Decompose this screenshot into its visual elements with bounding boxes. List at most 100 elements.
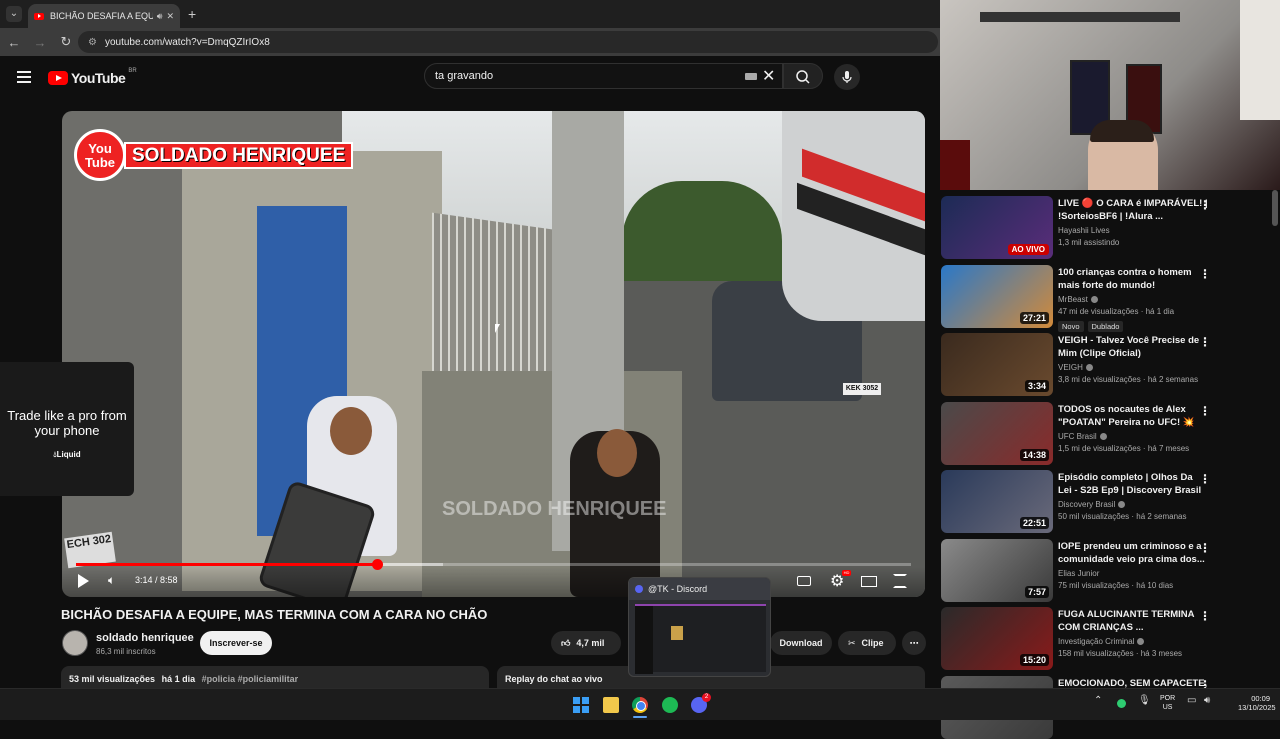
video-thumbnail[interactable]: 22:51 bbox=[941, 470, 1053, 533]
youtube-wordmark: YouTube bbox=[71, 70, 126, 86]
keyboard-icon[interactable] bbox=[745, 73, 757, 80]
system-clock[interactable]: 00:09 13/10/2025 bbox=[1238, 694, 1276, 712]
more-options-icon[interactable]: ⋮ bbox=[1199, 472, 1211, 486]
more-options-icon[interactable]: ⋮ bbox=[1199, 541, 1211, 555]
video-thumbnail[interactable]: 14:38 bbox=[941, 402, 1053, 465]
webcam-person-hair bbox=[1090, 120, 1154, 142]
recommendation-channel[interactable]: Hayashii Lives bbox=[1058, 226, 1208, 235]
recommendation-channel[interactable]: Elias Junior bbox=[1058, 569, 1208, 578]
hashtags[interactable]: #policia #policiamilitar bbox=[202, 674, 299, 684]
reload-icon[interactable]: ↻ bbox=[54, 34, 78, 50]
volume-icon[interactable]: 🔈︎ bbox=[108, 573, 115, 588]
recommendation-item[interactable]: 14:38 TODOS os nocautes de Alex "POATAN" … bbox=[941, 397, 1261, 465]
webcam-chair bbox=[940, 140, 970, 190]
more-options-icon[interactable]: ⋮ bbox=[1199, 404, 1211, 418]
more-options-icon[interactable]: ⋮ bbox=[1199, 198, 1211, 212]
more-options-icon[interactable]: ⋮ bbox=[1199, 609, 1211, 623]
tray-volume-icon[interactable]: 🔊︎ bbox=[1204, 695, 1210, 706]
recommendation-channel[interactable]: UFC Brasil bbox=[1058, 432, 1208, 441]
clear-search-icon[interactable]: ✕ bbox=[762, 66, 775, 86]
recommendation-meta: 1,3 mil assistindo bbox=[1058, 238, 1120, 247]
tray-display-icon[interactable]: ▭ bbox=[1187, 695, 1196, 706]
menu-icon[interactable] bbox=[17, 71, 31, 86]
recommendation-item[interactable]: AO VIVO LIVE 🔴 O CARA é IMPARÁVEL! | !Sor… bbox=[941, 191, 1261, 259]
like-button[interactable]: 👍︎ 4,7 mil bbox=[551, 631, 621, 655]
video-info: 100 crianças contra o homem mais forte d… bbox=[1058, 266, 1208, 334]
recommendation-channel[interactable]: MrBeast bbox=[1058, 295, 1208, 304]
video-thumbnail[interactable]: 7:57 bbox=[941, 539, 1053, 602]
progress-scrubber[interactable] bbox=[372, 559, 383, 570]
video-thumbnail[interactable]: 3:34 bbox=[941, 333, 1053, 396]
time-display: 3:14 / 8:58 bbox=[135, 575, 178, 585]
spotify-icon[interactable] bbox=[662, 697, 678, 713]
ad-text: Trade like a pro from your phone bbox=[7, 408, 127, 438]
video-watermark: SOLDADO HENRIQUEE bbox=[442, 498, 667, 520]
fullscreen-icon[interactable] bbox=[893, 574, 907, 588]
back-icon[interactable]: ← bbox=[2, 35, 26, 50]
clock-time: 00:09 bbox=[1251, 694, 1270, 703]
tray-status-icon[interactable] bbox=[1117, 699, 1126, 708]
file-explorer-icon[interactable] bbox=[603, 697, 619, 713]
address-bar[interactable]: ⚙︎ youtube.com/watch?v=DmqQZIrIOx8 bbox=[78, 31, 938, 53]
audio-icon[interactable]: 🔊︎ bbox=[157, 11, 163, 22]
recommendation-title[interactable]: LIVE 🔴 O CARA é IMPARÁVEL! | !SorteiosBF… bbox=[1058, 197, 1208, 223]
recommendation-item[interactable]: 7:57 IOPE prendeu um criminoso e a comuni… bbox=[941, 534, 1261, 602]
recommendation-title[interactable]: VEIGH - Talvez Você Precise de Mim (Clip… bbox=[1058, 334, 1208, 360]
recommendation-meta: 3,8 mi de visualizações · há 2 semanas bbox=[1058, 375, 1199, 384]
upload-age: há 1 dia bbox=[161, 674, 196, 684]
video-thumbnail[interactable]: 27:21 bbox=[941, 265, 1053, 328]
search-input[interactable]: ta gravando bbox=[424, 63, 783, 89]
chrome-icon[interactable] bbox=[632, 697, 648, 713]
recommendation-channel[interactable]: VEIGH bbox=[1058, 363, 1208, 372]
video-thumbnail[interactable]: 15:20 bbox=[941, 607, 1053, 670]
recommendation-item[interactable]: 3:34 VEIGH - Talvez Você Precise de Mim (… bbox=[941, 328, 1261, 396]
progress-bar[interactable] bbox=[76, 559, 911, 570]
ad-card[interactable]: Trade like a pro from your phone 💧︎Liqui… bbox=[0, 362, 134, 496]
youtube-play-icon bbox=[48, 71, 68, 85]
search-value: ta gravando bbox=[435, 70, 494, 82]
discord-window-preview[interactable]: @TK - Discord bbox=[628, 577, 771, 677]
clip-button[interactable]: ✂︎ Clipe bbox=[838, 631, 896, 655]
browser-tab[interactable]: BICHÃO DESAFIA A EQUIPE 🔊︎ ✕ bbox=[28, 4, 180, 28]
channel-watermark-logo: You Tube SOLDADO HENRIQUEE bbox=[74, 129, 354, 181]
video-thumbnail[interactable]: AO VIVO bbox=[941, 196, 1053, 259]
voice-search-button[interactable] bbox=[834, 64, 860, 90]
new-tab-button[interactable]: + bbox=[188, 6, 196, 22]
recommendation-title[interactable]: 100 crianças contra o homem mais forte d… bbox=[1058, 266, 1208, 292]
tray-chevron-icon[interactable]: ⌃ bbox=[1094, 695, 1102, 706]
subscribe-button[interactable]: Inscrever-se bbox=[200, 631, 272, 655]
more-options-icon[interactable]: ⋮ bbox=[1199, 267, 1211, 281]
forward-icon[interactable]: → bbox=[28, 35, 52, 50]
recommendation-channel[interactable]: Discovery Brasil bbox=[1058, 500, 1208, 509]
download-button[interactable]: Download bbox=[770, 631, 832, 655]
more-actions-button[interactable]: ⋯ bbox=[902, 631, 926, 655]
tab-close-icon[interactable]: ✕ bbox=[166, 11, 174, 22]
video-player[interactable]: KEK 3052 ECH 302 You Tube SOLDADO HENRIQ… bbox=[62, 111, 925, 597]
play-icon[interactable] bbox=[78, 574, 89, 588]
recommendation-channel-name: Elias Junior bbox=[1058, 569, 1100, 578]
search-button[interactable] bbox=[783, 63, 823, 89]
youtube-logo[interactable]: YouTube BR bbox=[48, 68, 137, 86]
sidebar-scrollbar[interactable] bbox=[1272, 190, 1278, 226]
windows-start-icon[interactable] bbox=[573, 697, 589, 713]
recommendation-title[interactable]: IOPE prendeu um criminoso e a comunidade… bbox=[1058, 540, 1208, 566]
recommendation-title[interactable]: FUGA ALUCINANTE TERMINA COM CRIANÇAS ... bbox=[1058, 608, 1208, 634]
channel-avatar[interactable] bbox=[62, 630, 88, 656]
recommendation-channel[interactable]: Investigação Criminal bbox=[1058, 637, 1208, 646]
recommendation-meta: 47 mi de visualizações · há 1 dia bbox=[1058, 307, 1175, 316]
recommendation-title[interactable]: TODOS os nocautes de Alex "POATAN" Perei… bbox=[1058, 403, 1208, 429]
recommendation-title[interactable]: Episódio completo | Olhos Da Lei - S2B E… bbox=[1058, 471, 1208, 497]
recommendation-item[interactable]: 22:51 Episódio completo | Olhos Da Lei - … bbox=[941, 465, 1261, 533]
theater-mode-icon[interactable] bbox=[861, 576, 877, 587]
video-frame-child-2-head bbox=[597, 429, 637, 477]
channel-name[interactable]: soldado henriquee bbox=[96, 632, 194, 644]
site-info-icon[interactable]: ⚙︎ bbox=[88, 37, 97, 48]
tray-microphone-icon[interactable]: 🎙︎ bbox=[1138, 695, 1151, 706]
recommendation-item[interactable]: 27:21 100 crianças contra o homem mais fo… bbox=[941, 260, 1261, 332]
subtitles-icon[interactable] bbox=[797, 576, 811, 586]
more-options-icon[interactable]: ⋮ bbox=[1199, 335, 1211, 349]
tab-search-icon[interactable]: ⌄ bbox=[6, 6, 22, 22]
recommendation-item[interactable]: 15:20 FUGA ALUCINANTE TERMINA COM CRIANÇA… bbox=[941, 602, 1261, 670]
language-indicator[interactable]: POR US bbox=[1160, 694, 1175, 712]
browser-toolbar: ← → ↻ ⚙︎ youtube.com/watch?v=DmqQZIrIOx8 bbox=[0, 28, 940, 56]
